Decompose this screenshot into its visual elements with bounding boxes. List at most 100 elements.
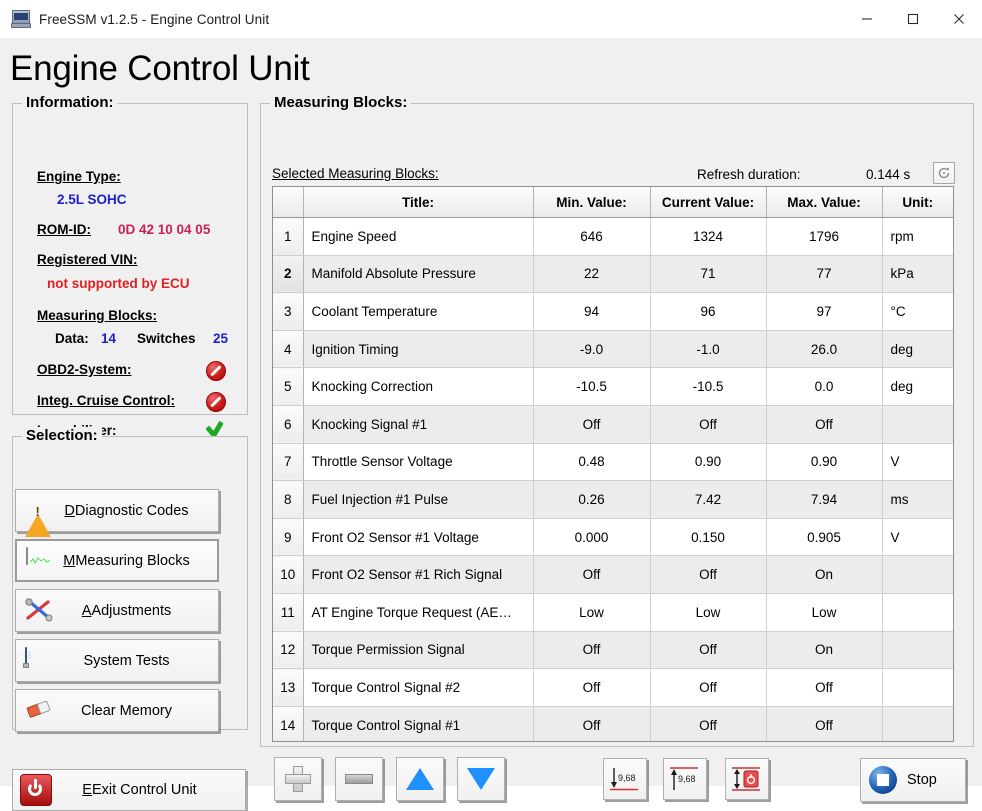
row-title: Front O2 Sensor #1 Rich Signal [303, 556, 533, 594]
row-title: AT Engine Torque Request (AE… [303, 593, 533, 631]
adjustments-button[interactable]: AAdjustments [15, 589, 219, 632]
row-current: 7.42 [650, 481, 766, 519]
row-index[interactable]: 12 [273, 631, 303, 669]
adjustments-label: AAdjustments [61, 603, 218, 619]
table-row[interactable]: 5Knocking Correction-10.5-10.50.0deg [273, 368, 953, 406]
table-row[interactable]: 6Knocking Signal #1OffOffOff [273, 405, 953, 443]
registered-vin-label: Registered VIN: [37, 252, 138, 267]
column-header-unit[interactable]: Unit: [882, 187, 953, 218]
row-unit: kPa [882, 255, 953, 293]
row-min: 94 [533, 293, 650, 331]
row-unit: V [882, 518, 953, 556]
column-header-title[interactable]: Title: [303, 187, 533, 218]
save-max-values-button[interactable]: 9,68 [663, 758, 707, 800]
row-index[interactable]: 5 [273, 368, 303, 406]
stop-button[interactable]: Stop [860, 758, 966, 802]
row-max: Off [766, 706, 882, 742]
plus-icon [285, 766, 311, 792]
row-current: 96 [650, 293, 766, 331]
row-min: -9.0 [533, 330, 650, 368]
column-header-min[interactable]: Min. Value: [533, 187, 650, 218]
integrated-cruise-control-label: Integ. Cruise Control: [37, 393, 175, 408]
row-max: 97 [766, 293, 882, 331]
row-index[interactable]: 14 [273, 706, 303, 742]
table-row[interactable]: 10Front O2 Sensor #1 Rich SignalOffOffOn [273, 556, 953, 594]
row-min: Off [533, 669, 650, 707]
save-min-values-button[interactable]: 9,68 [603, 758, 647, 800]
row-max: Off [766, 669, 882, 707]
column-header-index[interactable] [273, 187, 303, 218]
row-index[interactable]: 9 [273, 518, 303, 556]
row-current: Off [650, 631, 766, 669]
app-icon [12, 10, 30, 28]
remove-measuring-block-button[interactable] [335, 757, 383, 801]
table-row[interactable]: 14Torque Control Signal #1OffOffOff [273, 706, 953, 742]
measuring-blocks-table: Title: Min. Value: Current Value: Max. V… [273, 187, 953, 742]
warning-triangle-icon [25, 498, 55, 524]
clear-memory-button[interactable]: Clear Memory [15, 689, 219, 732]
row-min: 22 [533, 255, 650, 293]
row-title: Torque Control Signal #2 [303, 669, 533, 707]
row-index[interactable]: 8 [273, 481, 303, 519]
row-index[interactable]: 3 [273, 293, 303, 331]
row-max: On [766, 556, 882, 594]
row-index[interactable]: 6 [273, 405, 303, 443]
maximize-button[interactable] [890, 0, 936, 38]
row-min: 646 [533, 218, 650, 256]
row-min: 0.000 [533, 518, 650, 556]
row-index[interactable]: 11 [273, 593, 303, 631]
row-current: Off [650, 405, 766, 443]
table-row[interactable]: 8Fuel Injection #1 Pulse0.267.427.94ms [273, 481, 953, 519]
row-index[interactable]: 4 [273, 330, 303, 368]
row-index[interactable]: 10 [273, 556, 303, 594]
minimize-button[interactable] [844, 0, 890, 38]
row-current: 0.90 [650, 443, 766, 481]
laptop-icon [25, 648, 55, 674]
table-row[interactable]: 7Throttle Sensor Voltage0.480.900.90V [273, 443, 953, 481]
table-row[interactable]: 11AT Engine Torque Request (AE…LowLowLow [273, 593, 953, 631]
row-title: Knocking Signal #1 [303, 405, 533, 443]
row-max: 26.0 [766, 330, 882, 368]
row-unit [882, 556, 953, 594]
switches-count-label: Switches [137, 331, 196, 346]
close-button[interactable] [936, 0, 982, 38]
diagnostic-codes-button[interactable]: DDiagnostic Codes [15, 489, 219, 532]
engine-type-value: 2.5L SOHC [57, 192, 127, 207]
row-unit: V [882, 443, 953, 481]
table-row[interactable]: 12Torque Permission SignalOffOffOn [273, 631, 953, 669]
row-max: Low [766, 593, 882, 631]
move-up-button[interactable] [396, 757, 444, 801]
max-value-icon: 9,68 [667, 764, 703, 794]
column-header-max[interactable]: Max. Value: [766, 187, 882, 218]
table-row[interactable]: 1Engine Speed64613241796rpm [273, 218, 953, 256]
row-current: 1324 [650, 218, 766, 256]
exit-control-unit-button[interactable]: EExit Control Unit [12, 769, 246, 811]
window-title: FreeSSM v1.2.5 - Engine Control Unit [39, 12, 269, 27]
move-down-button[interactable] [457, 757, 505, 801]
row-index[interactable]: 1 [273, 218, 303, 256]
row-index[interactable]: 7 [273, 443, 303, 481]
row-index[interactable]: 2 [273, 255, 303, 293]
row-index[interactable]: 13 [273, 669, 303, 707]
reset-min-max-button[interactable] [725, 758, 769, 800]
refresh-reset-button[interactable] [933, 162, 955, 184]
row-min: Off [533, 631, 650, 669]
table-row[interactable]: 3Coolant Temperature949697°C [273, 293, 953, 331]
row-unit [882, 631, 953, 669]
measuring-blocks-button[interactable]: MMeasuring Blocks [15, 539, 219, 582]
data-count-value: 14 [101, 331, 116, 346]
table-row[interactable]: 13Torque Control Signal #2OffOffOff [273, 669, 953, 707]
column-header-current[interactable]: Current Value: [650, 187, 766, 218]
reset-minmax-icon [729, 764, 765, 794]
rom-id-label: ROM-ID: [37, 222, 91, 237]
table-row[interactable]: 4Ignition Timing-9.0-1.026.0deg [273, 330, 953, 368]
table-row[interactable]: 9Front O2 Sensor #1 Voltage0.0000.1500.9… [273, 518, 953, 556]
row-title: Front O2 Sensor #1 Voltage [303, 518, 533, 556]
measuring-blocks-table-container[interactable]: Title: Min. Value: Current Value: Max. V… [272, 186, 954, 742]
row-max: 0.0 [766, 368, 882, 406]
not-supported-icon [206, 392, 226, 412]
add-measuring-block-button[interactable] [274, 757, 322, 801]
table-row[interactable]: 2Manifold Absolute Pressure227177kPa [273, 255, 953, 293]
system-tests-button[interactable]: System Tests [15, 639, 219, 682]
measuring-blocks-info-label: Measuring Blocks: [37, 308, 157, 323]
